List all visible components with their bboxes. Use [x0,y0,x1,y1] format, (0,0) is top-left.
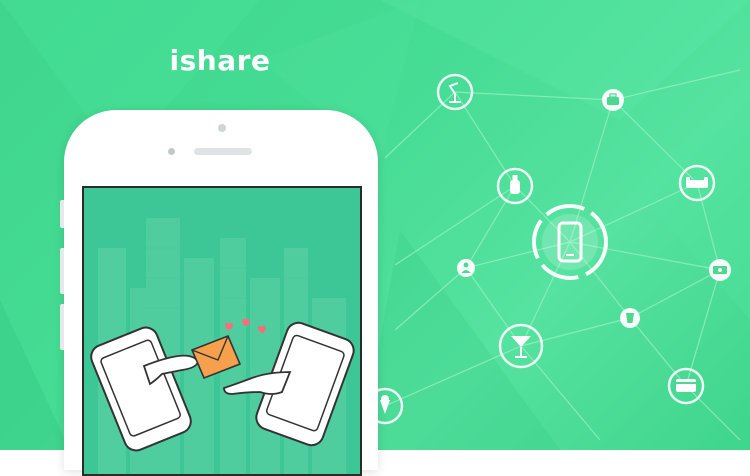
briefcase-icon [602,89,624,111]
phone-mockup [60,110,378,476]
bottle-icon [496,167,534,205]
phone-speaker [194,148,252,155]
phone-front-camera [168,148,175,155]
sofa-icon [678,164,716,202]
cocktail-icon [498,323,544,369]
phone-volume-button [60,304,64,350]
drink-cup-icon [620,308,640,328]
phone-camera [218,124,226,132]
phone-volume-button [60,248,64,294]
credit-card-icon [667,367,705,405]
cash-icon [709,259,731,281]
phone-side-button [60,200,64,228]
person-icon [457,259,475,277]
phone-screen [82,186,362,476]
sharing-illustration [90,218,355,474]
